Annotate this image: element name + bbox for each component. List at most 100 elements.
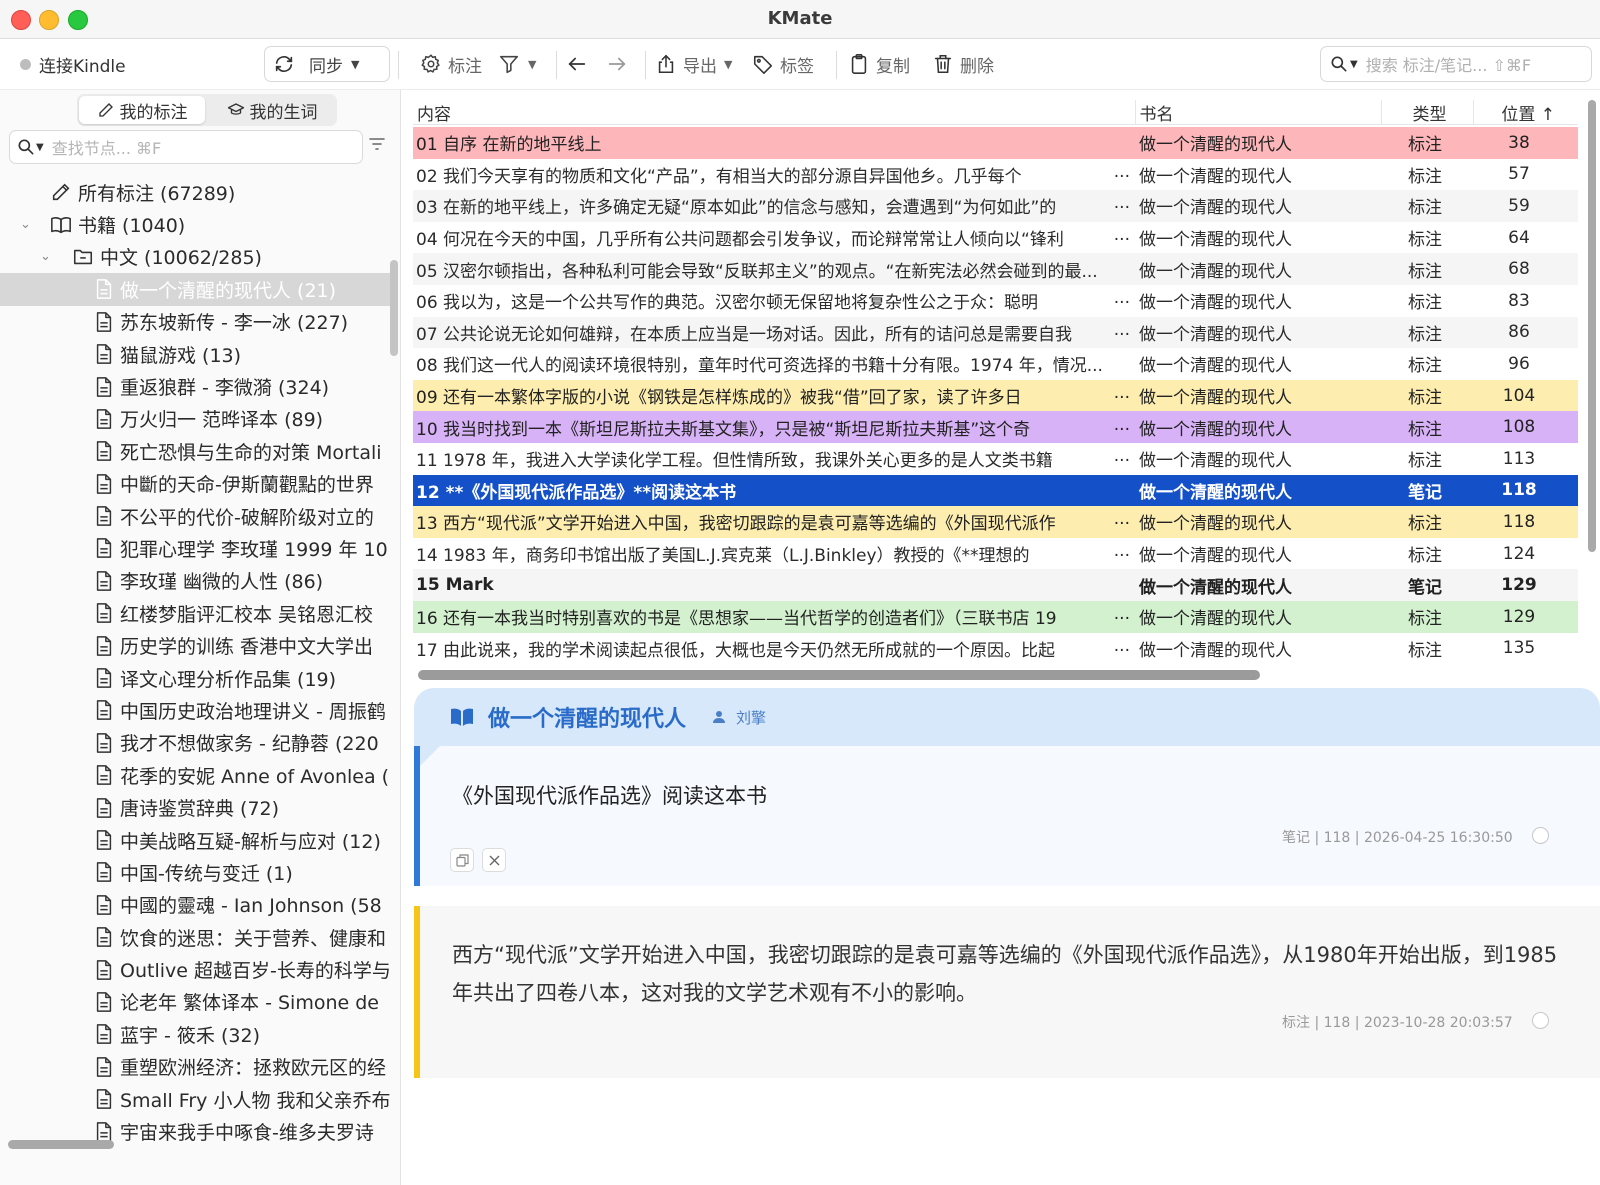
table-row[interactable]: 06 我以为，这是一个公共写作的典范。汉密尔顿无保留地将复杂性公之于众：聪明..… bbox=[413, 284, 1578, 317]
tab-my-annotations-label: 我的标注 bbox=[119, 102, 188, 123]
tree-item[interactable]: 所有标注 (67289) bbox=[0, 176, 392, 208]
sync-button[interactable]: 同步 ▼ bbox=[264, 46, 390, 82]
arrow-left-icon bbox=[568, 57, 586, 71]
cell-book: 做一个清醒的现代人 bbox=[1139, 640, 1292, 661]
filter-dropdown[interactable]: ▼ bbox=[498, 48, 536, 80]
delete-button[interactable]: 删除 bbox=[932, 48, 994, 80]
tree-item-label: 中国-传统与变迁 (1) bbox=[120, 862, 293, 885]
tree-item[interactable]: 我才不想做家务 - 纪静蓉 (220 bbox=[0, 727, 392, 759]
tree-item[interactable]: 唐诗鉴赏辞典 (72) bbox=[0, 791, 392, 823]
table-horizontal-scrollbar[interactable] bbox=[418, 670, 1260, 680]
tree-item[interactable]: 中国-传统与变迁 (1) bbox=[0, 856, 392, 888]
forward-button[interactable] bbox=[606, 48, 628, 80]
table-row[interactable]: 09 还有一本繁体字版的小说《钢铁是怎样炼成的》被我“借”回了家，读了许多日..… bbox=[413, 379, 1578, 412]
annotation-search-box[interactable]: ▼ 搜索 标注/笔记... ⇧⌘F bbox=[1320, 46, 1592, 82]
copy-note-button[interactable] bbox=[450, 848, 474, 872]
table-row[interactable]: 04 何况在今天的中国，几乎所有公共问题都会引发争议，而论辩常常让人倾向以“锋利… bbox=[413, 221, 1578, 254]
table-row[interactable]: 17 由此说来，我的学术阅读起点很低，大概也是今天仍然无所成就的一个原因。比起.… bbox=[413, 632, 1578, 665]
annotate-settings-button[interactable]: 标注 bbox=[420, 48, 482, 80]
tree-item[interactable]: 红楼梦脂评汇校本 吴铭恩汇校 bbox=[0, 597, 392, 629]
tree-item[interactable]: 花季的安妮 Anne of Avonlea ( bbox=[0, 759, 392, 791]
tree-item[interactable]: 死亡恐惧与生命的对策 Mortali bbox=[0, 435, 392, 467]
sidebar-vertical-scrollbar[interactable] bbox=[390, 260, 398, 356]
sort-filter-icon[interactable] bbox=[368, 136, 386, 152]
column-header-type[interactable]: 类型 bbox=[1380, 100, 1474, 125]
tree-item[interactable]: 中国历史政治地理讲义 - 周振鹤 bbox=[0, 694, 392, 726]
table-row[interactable]: 14 1983 年，商务印书馆出版了美国L.J.宾克莱（L.J.Binkley）… bbox=[413, 537, 1578, 570]
sidebar-horizontal-scrollbar[interactable] bbox=[8, 1140, 114, 1149]
back-button[interactable] bbox=[566, 48, 588, 80]
note-select-radio[interactable] bbox=[1532, 827, 1549, 844]
tree-item[interactable]: 做一个清醒的现代人 (21) bbox=[0, 273, 392, 306]
cell-position: 129 bbox=[1502, 606, 1536, 627]
table-row[interactable]: 13 西方“现代派”文学开始进入中国，我密切跟踪的是袁可嘉等选编的《外国现代派作… bbox=[413, 506, 1578, 538]
chevron-down-icon[interactable]: ⌄ bbox=[20, 217, 31, 232]
tree-item[interactable]: 猫鼠游戏 (13) bbox=[0, 338, 392, 370]
node-search-input[interactable]: 查找节点... ⌘F bbox=[52, 135, 162, 159]
table-row[interactable]: 07 公共论说无论如何雄辩，在本质上应当是一场对话。因此，所有的诘问总是需要自我… bbox=[413, 316, 1578, 349]
tree-item[interactable]: 译文心理分析作品集 (19) bbox=[0, 662, 392, 694]
column-header-position[interactable]: 位置 ↑ bbox=[1473, 100, 1578, 125]
highlight-card[interactable]: 西方“现代派”文学开始进入中国，我密切跟踪的是袁可嘉等选编的《外国现代派作品选》… bbox=[414, 906, 1600, 1078]
table-row[interactable]: 02 我们今天享有的物质和文化“产品”，有相当大的部分源自异国他乡。几乎每个..… bbox=[413, 158, 1578, 191]
note-card[interactable]: 《外国现代派作品选》阅读这本书 笔记 | 118 | 2026-04-25 16… bbox=[414, 746, 1600, 886]
table-row[interactable]: 05 汉密尔顿指出，各种私利可能会导致“反联邦主义”的观点。“在新宪法必然会碰到… bbox=[413, 253, 1578, 285]
table-row[interactable]: 12 **《外国现代派作品选》**阅读这本书 做一个清醒的现代人 笔记 118 bbox=[413, 474, 1578, 507]
tab-my-annotations[interactable]: 我的标注 bbox=[79, 96, 205, 124]
tree-item[interactable]: 中國的靈魂 - Ian Johnson (58 bbox=[0, 889, 392, 921]
cell-content-ellipsis: ... bbox=[1113, 414, 1130, 435]
table-row[interactable]: 08 我们这一代人的阅读环境很特别，童年时代可资选择的书籍十分有限。1974 年… bbox=[413, 348, 1578, 380]
tree-item[interactable]: 饮食的迷思：关于营养、健康和 bbox=[0, 921, 392, 953]
book-tree: 所有标注 (67289) ⌄ 书籍 (1040) ⌄ 中文 (10062/285) 做一个… bbox=[0, 176, 392, 1148]
cell-position: 68 bbox=[1508, 259, 1530, 280]
tree-item[interactable]: Outlive 超越百岁-长寿的科学与 bbox=[0, 953, 392, 985]
tree-item[interactable]: 蓝宇 - 筱禾 (32) bbox=[0, 1018, 392, 1050]
table-row[interactable]: 16 还有一本我当时特别喜欢的书是《思想家——当代哲学的创造者们》（三联书店 1… bbox=[413, 600, 1578, 633]
document-icon bbox=[94, 602, 114, 624]
annotation-table: 内容 书名 类型 位置 ↑ 01 自序 在新的地平线上 做一个清醒的现代人 标注 38… bbox=[413, 100, 1578, 665]
cell-position: 96 bbox=[1508, 353, 1530, 374]
tree-item[interactable]: 中美战略互疑-解析与应对 (12) bbox=[0, 824, 392, 856]
cell-content: 12 **《外国现代派作品选》**阅读这本书 bbox=[413, 478, 1136, 503]
cell-book: 做一个清醒的现代人 bbox=[1139, 198, 1292, 219]
export-button[interactable]: 导出 ▼ bbox=[655, 48, 732, 80]
table-row[interactable]: 11 1978 年，我进入大学读化学工程。但性情所致，我课外关心更多的是人文类书… bbox=[413, 442, 1578, 475]
tree-item[interactable]: 论老年 繁体译本 - Simone de bbox=[0, 986, 392, 1018]
connect-kindle-status[interactable]: 连接Kindle bbox=[20, 48, 126, 80]
cell-book: 做一个清醒的现代人 bbox=[1139, 482, 1292, 503]
highlight-select-radio[interactable] bbox=[1532, 1012, 1549, 1029]
tree-item[interactable]: Small Fry 小人物 我和父亲乔布 bbox=[0, 1083, 392, 1115]
tree-item[interactable]: 李玫瑾 幽微的人性 (86) bbox=[0, 565, 392, 597]
tag-button[interactable]: 标签 bbox=[752, 48, 814, 80]
tree-item[interactable]: ⌄ 书籍 (1040) bbox=[0, 208, 392, 240]
tab-my-vocabulary[interactable]: 我的生词 bbox=[209, 96, 335, 124]
document-icon bbox=[94, 894, 114, 916]
cell-content: 13 西方“现代派”文学开始进入中国，我密切跟踪的是袁可嘉等选编的《外国现代派作… bbox=[413, 509, 1136, 534]
tree-item[interactable]: 重塑欧洲经济：拯救欧元区的经 bbox=[0, 1051, 392, 1083]
note-text: 《外国现代派作品选》阅读这本书 bbox=[452, 784, 767, 808]
cell-content-ellipsis: ... bbox=[1113, 446, 1130, 467]
remove-note-button[interactable] bbox=[482, 848, 506, 872]
chevron-down-icon[interactable]: ⌄ bbox=[40, 249, 51, 264]
copy-button[interactable]: 复制 bbox=[848, 48, 910, 80]
tree-item[interactable]: 中斷的天命-伊斯蘭觀點的世界 bbox=[0, 468, 392, 500]
tree-item[interactable]: 重返狼群 - 李微漪 (324) bbox=[0, 370, 392, 402]
note-card-corner bbox=[420, 746, 440, 766]
tree-item[interactable]: 犯罪心理学 李玫瑾 1999 年 10 bbox=[0, 532, 392, 564]
tree-item[interactable]: 万火归一 范晔译本 (89) bbox=[0, 403, 392, 435]
tree-item[interactable]: 历史学的训练 香港中文大学出 bbox=[0, 629, 392, 661]
table-vertical-scrollbar[interactable] bbox=[1588, 100, 1596, 552]
tree-item[interactable]: 苏东坡新传 - 李一冰 (227) bbox=[0, 306, 392, 338]
tree-item[interactable]: ⌄ 中文 (10062/285) bbox=[0, 241, 392, 273]
table-row[interactable]: 15 Mark 做一个清醒的现代人 笔记 129 bbox=[413, 569, 1578, 601]
tree-item[interactable]: 不公平的代价-破解阶级对立的 bbox=[0, 500, 392, 532]
cell-type: 标注 bbox=[1408, 388, 1442, 409]
cell-position: 118 bbox=[1501, 480, 1537, 501]
table-row[interactable]: 01 自序 在新的地平线上 做一个清醒的现代人 标注 38 bbox=[413, 127, 1578, 159]
table-row[interactable]: 10 我当时找到一本《斯坦尼斯拉夫斯基文集》，只是被“斯坦尼斯拉夫斯基”这个奇.… bbox=[413, 411, 1578, 443]
table-row[interactable]: 03 在新的地平线上，许多确定无疑“原本如此”的信念与感知，会遭遇到“为何如此”… bbox=[413, 190, 1578, 222]
column-header-book[interactable]: 书名 bbox=[1134, 100, 1381, 125]
node-search-box[interactable]: ▼ 查找节点... ⌘F bbox=[9, 130, 363, 164]
column-header-content[interactable]: 内容 bbox=[413, 100, 1135, 125]
annotation-search-input[interactable]: 搜索 标注/笔记... ⇧⌘F bbox=[1366, 52, 1531, 76]
